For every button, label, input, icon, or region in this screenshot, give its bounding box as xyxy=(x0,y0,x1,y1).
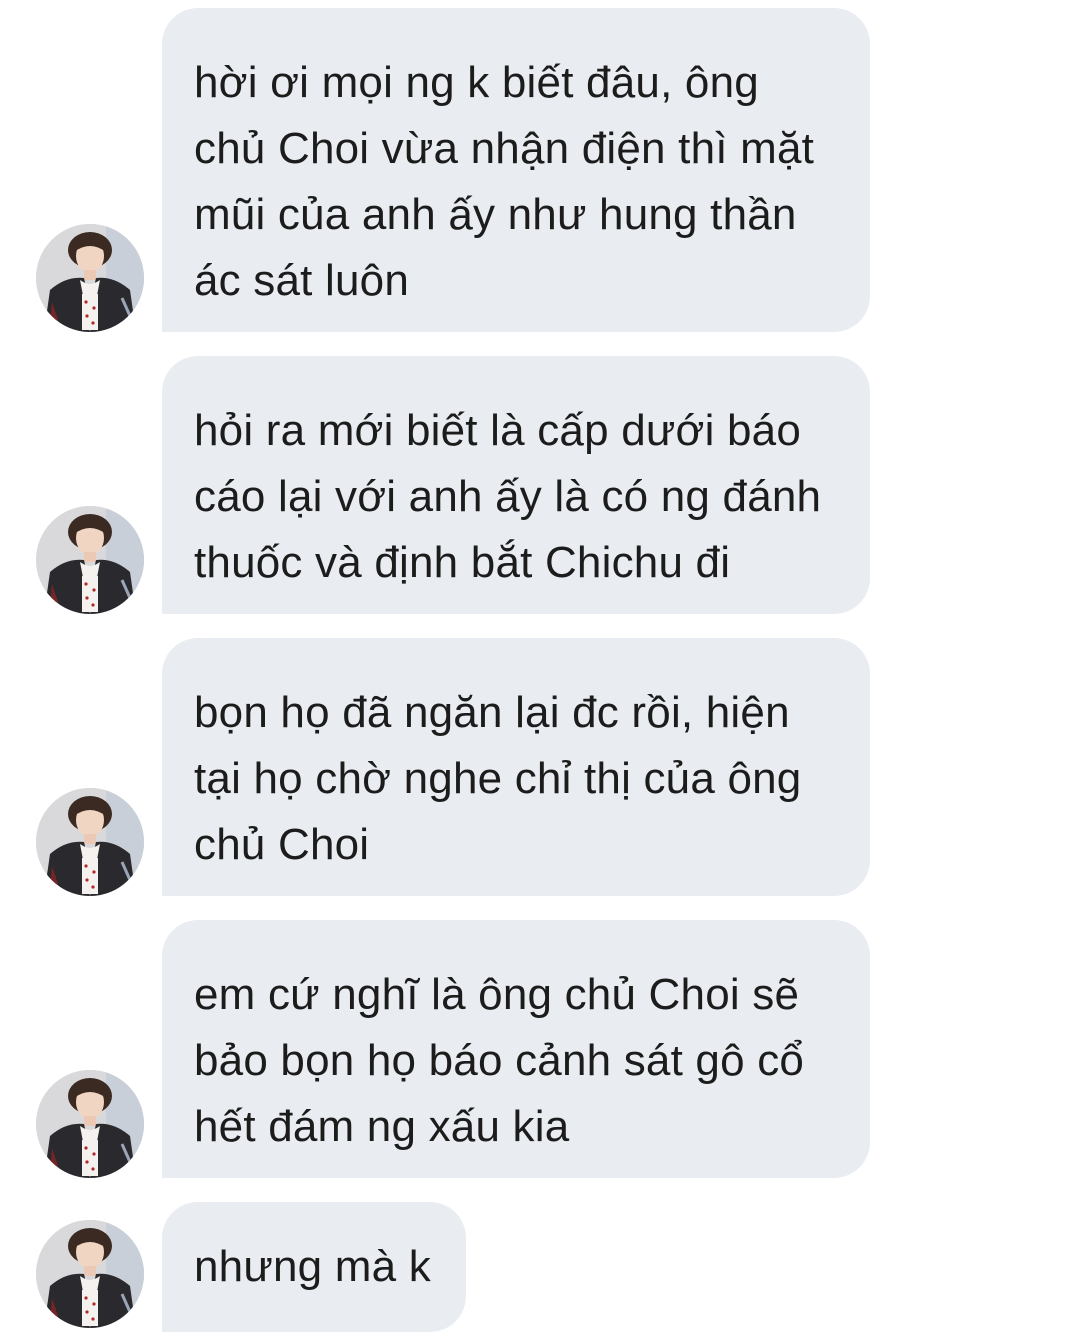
user-photo-avatar[interactable] xyxy=(36,1220,144,1328)
user-photo-avatar[interactable] xyxy=(36,224,144,332)
user-photo-avatar[interactable] xyxy=(36,788,144,896)
message-row: bọn họ đã ngăn lại đc rồi, hiện tại họ c… xyxy=(0,638,1080,896)
chat-thread: hời ơi mọi ng k biết đâu, ông chủ Choi v… xyxy=(0,0,1080,1344)
message-bubble: em cứ nghĩ là ông chủ Choi sẽ bảo bọn họ… xyxy=(162,920,870,1178)
user-photo-avatar[interactable] xyxy=(36,1070,144,1178)
message-row: nhưng mà k xyxy=(0,1202,1080,1332)
user-photo-avatar[interactable] xyxy=(36,506,144,614)
message-row: em cứ nghĩ là ông chủ Choi sẽ bảo bọn họ… xyxy=(0,920,1080,1178)
message-bubble: bọn họ đã ngăn lại đc rồi, hiện tại họ c… xyxy=(162,638,870,896)
message-bubble: nhưng mà k xyxy=(162,1202,466,1332)
message-row: hỏi ra mới biết là cấp dưới báo cáo lại … xyxy=(0,356,1080,614)
message-row: hời ơi mọi ng k biết đâu, ông chủ Choi v… xyxy=(0,8,1080,332)
message-bubble: hỏi ra mới biết là cấp dưới báo cáo lại … xyxy=(162,356,870,614)
message-bubble: hời ơi mọi ng k biết đâu, ông chủ Choi v… xyxy=(162,8,870,332)
